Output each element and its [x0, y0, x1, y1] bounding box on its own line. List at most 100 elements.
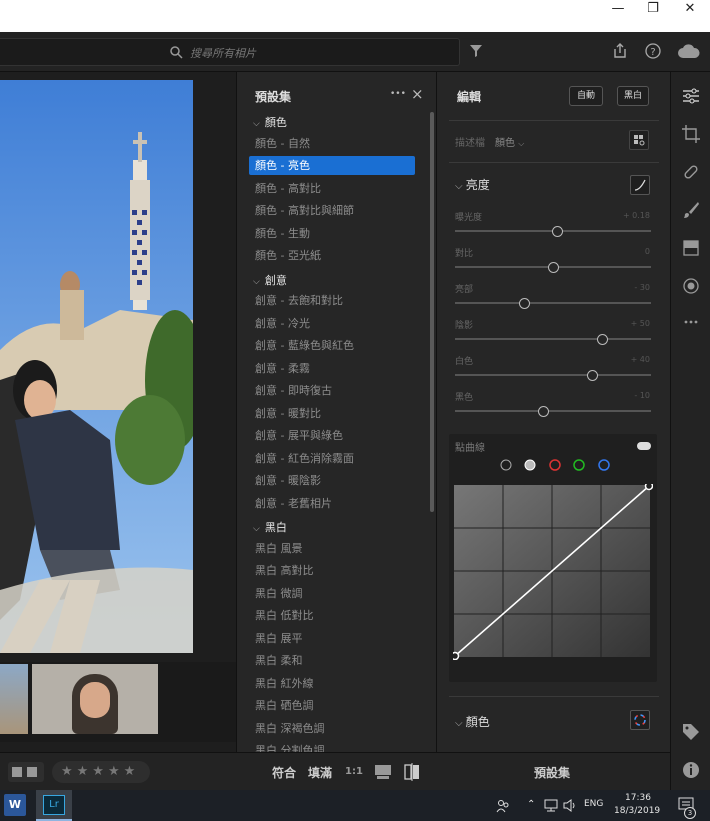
- preset-item[interactable]: 創意 - 暖對比: [249, 404, 415, 423]
- network-icon[interactable]: [544, 799, 558, 812]
- zoom-1to1-button[interactable]: 1:1: [345, 766, 363, 777]
- zoom-fit-button[interactable]: 符合: [272, 764, 296, 781]
- word-app-icon[interactable]: W: [4, 794, 26, 816]
- preset-group-header[interactable]: ⌵ 顏色: [253, 114, 287, 130]
- preset-item[interactable]: 顏色 - 高對比: [249, 179, 415, 198]
- slider-thumb[interactable]: [551, 226, 563, 237]
- language-indicator[interactable]: ENG: [584, 799, 603, 809]
- slider-track[interactable]: [455, 226, 651, 237]
- slider-value[interactable]: + 50: [631, 319, 650, 328]
- preset-item[interactable]: 顏色 - 亞光紙: [249, 246, 415, 265]
- minimize-button[interactable]: —: [600, 2, 636, 22]
- slider-track[interactable]: [455, 370, 651, 381]
- preset-item[interactable]: 黑白 風景: [249, 539, 415, 558]
- preset-item[interactable]: 創意 - 柔霧: [249, 359, 415, 378]
- search-input[interactable]: 搜尋所有相片: [0, 38, 460, 66]
- compare-icon[interactable]: [374, 764, 392, 780]
- preset-item[interactable]: 黑白 高對比: [249, 561, 415, 580]
- profile-dropdown[interactable]: 顏色 ⌵: [495, 134, 524, 149]
- linear-gradient-icon[interactable]: [681, 238, 701, 258]
- info-icon[interactable]: [681, 760, 701, 780]
- preset-item[interactable]: 黑白 展平: [249, 629, 415, 648]
- radial-gradient-icon[interactable]: [681, 276, 701, 296]
- slider-value[interactable]: + 0.18: [623, 211, 650, 220]
- slider-value[interactable]: - 30: [634, 283, 650, 292]
- notification-badge: 3: [684, 807, 696, 819]
- preset-item[interactable]: 創意 - 老舊相片: [249, 494, 415, 513]
- slider-track[interactable]: [455, 262, 651, 273]
- preset-group-header[interactable]: ⌵ 黑白: [253, 519, 287, 535]
- brush-icon[interactable]: [681, 200, 701, 220]
- zoom-fill-button[interactable]: 填滿: [308, 764, 332, 781]
- preset-item[interactable]: 顏色 - 亮色: [249, 156, 415, 175]
- flag-buttons[interactable]: [8, 762, 44, 782]
- clock-time[interactable]: 17:36: [625, 793, 651, 803]
- curve-visibility-toggle[interactable]: [637, 442, 651, 450]
- slider-value[interactable]: - 10: [634, 391, 650, 400]
- slider-value[interactable]: 0: [645, 247, 650, 256]
- slider-thumb[interactable]: [518, 298, 530, 309]
- maximize-button[interactable]: ❐: [635, 2, 671, 22]
- slider-thumb[interactable]: [597, 334, 608, 345]
- preset-item[interactable]: 黑白 微調: [249, 584, 415, 603]
- preset-item[interactable]: 創意 - 展平與綠色: [249, 426, 415, 445]
- chevron-up-icon[interactable]: ⌃: [527, 799, 535, 810]
- slider-value[interactable]: + 40: [631, 355, 650, 364]
- volume-icon[interactable]: [563, 799, 577, 812]
- preset-item[interactable]: 創意 - 即時復古: [249, 381, 415, 400]
- more-icon[interactable]: •••: [390, 89, 406, 99]
- preset-item[interactable]: 黑白 紅外線: [249, 674, 415, 693]
- auto-button[interactable]: 自動: [569, 86, 603, 106]
- before-after-icon[interactable]: [404, 763, 420, 781]
- filter-icon[interactable]: [470, 45, 482, 57]
- preset-item[interactable]: 黑白 低對比: [249, 606, 415, 625]
- main-photo[interactable]: [0, 80, 193, 653]
- preset-item[interactable]: 顏色 - 自然: [249, 134, 415, 153]
- preset-item[interactable]: 創意 - 去飽和對比: [249, 291, 415, 310]
- slider-thumb[interactable]: [548, 262, 559, 273]
- preset-item[interactable]: 創意 - 冷光: [249, 314, 415, 333]
- share-icon[interactable]: [613, 43, 627, 59]
- presets-toggle-button[interactable]: 預設集: [534, 764, 570, 781]
- filmstrip-thumb-2[interactable]: [32, 664, 158, 734]
- edit-title: 編輯: [457, 90, 482, 104]
- clock-date[interactable]: 18/3/2019: [614, 806, 660, 816]
- slider-thumb[interactable]: [538, 406, 550, 417]
- light-section-header[interactable]: ⌵ 亮度: [455, 176, 490, 193]
- preset-item[interactable]: 顏色 - 生動: [249, 224, 415, 243]
- rgb-channel-icon: [524, 459, 536, 471]
- filmstrip-thumb-1[interactable]: [0, 664, 28, 734]
- color-section-header[interactable]: ⌵ 顏色: [455, 713, 490, 730]
- close-window-button[interactable]: ✕: [672, 2, 708, 22]
- curve-graph[interactable]: [453, 484, 653, 660]
- star-rating[interactable]: ★★★★★: [52, 761, 150, 783]
- presets-title: 預設集: [255, 90, 292, 104]
- slider-track[interactable]: [455, 298, 651, 309]
- slider-track[interactable]: [455, 334, 651, 345]
- preset-group-header[interactable]: ⌵ 創意: [253, 272, 287, 288]
- slider-thumb[interactable]: [587, 370, 599, 381]
- preset-item[interactable]: 創意 - 暖陰影: [249, 471, 415, 490]
- close-icon[interactable]: ×: [411, 85, 424, 103]
- preset-item[interactable]: 黑白 硒色調: [249, 696, 415, 715]
- preset-item[interactable]: 創意 - 紅色消除霧面: [249, 449, 415, 468]
- bw-button[interactable]: 黑白: [617, 86, 649, 106]
- profile-browser-icon[interactable]: [629, 130, 649, 150]
- lightroom-taskbar-item[interactable]: Lr: [36, 790, 72, 821]
- tag-icon[interactable]: [681, 722, 701, 742]
- color-mixer-icon[interactable]: [630, 710, 650, 730]
- preset-item[interactable]: 顏色 - 高對比與細節: [249, 201, 415, 220]
- people-icon[interactable]: [496, 799, 510, 813]
- more-tools-icon[interactable]: [681, 312, 701, 332]
- slider-track[interactable]: [455, 406, 651, 417]
- crop-icon[interactable]: [681, 124, 701, 144]
- cloud-icon[interactable]: [678, 44, 700, 58]
- preset-item[interactable]: 黑白 深褐色調: [249, 719, 415, 738]
- preset-item[interactable]: 創意 - 藍綠色與紅色: [249, 336, 415, 355]
- curve-toggle-icon[interactable]: [630, 175, 650, 195]
- healing-brush-icon[interactable]: [681, 162, 701, 182]
- preset-item[interactable]: 黑白 柔和: [249, 651, 415, 670]
- help-icon[interactable]: ?: [645, 43, 661, 59]
- edit-sliders-icon[interactable]: [681, 86, 701, 106]
- presets-scrollbar[interactable]: [430, 112, 434, 512]
